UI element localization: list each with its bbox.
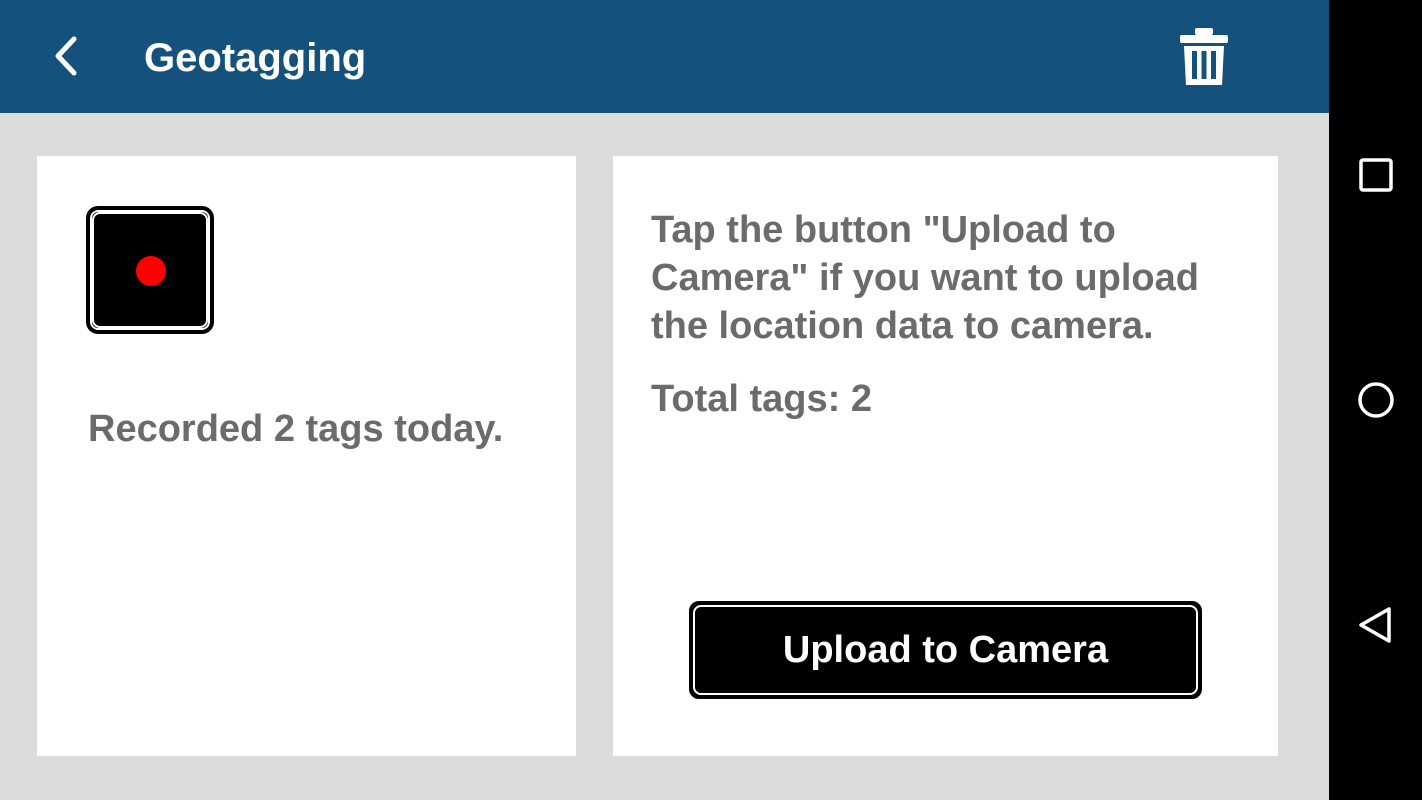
delete-button[interactable] [1172,24,1236,90]
system-back-button[interactable] [1350,599,1402,651]
square-icon [1359,158,1393,192]
total-tags-text: Total tags: 2 [651,378,872,420]
upload-instruction-text: Tap the button "Upload to Camera" if you… [651,209,1199,347]
upload-card: Tap the button "Upload to Camera" if you… [613,156,1278,756]
upload-button-label: Upload to Camera [782,628,1109,671]
top-app-bar: Geotagging [0,0,1329,113]
upload-to-camera-button[interactable]: Upload to Camera [689,601,1202,699]
chevron-left-icon [55,36,77,76]
recorded-status-text: Recorded 2 tags today. [88,408,504,450]
back-button[interactable] [36,24,100,88]
record-dot-icon [136,256,166,286]
system-navigation-bar [1329,0,1422,800]
app-screen: Geotagging Recorded 2 tags today. Tap th… [0,0,1329,800]
home-button[interactable] [1350,374,1402,426]
record-button[interactable] [88,208,212,332]
trash-icon [1180,28,1228,85]
circle-icon [1358,382,1394,418]
page-title: Geotagging [144,36,367,80]
recents-button[interactable] [1350,149,1402,201]
triangle-back-icon [1359,607,1391,643]
recording-card: Recorded 2 tags today. [37,156,576,756]
